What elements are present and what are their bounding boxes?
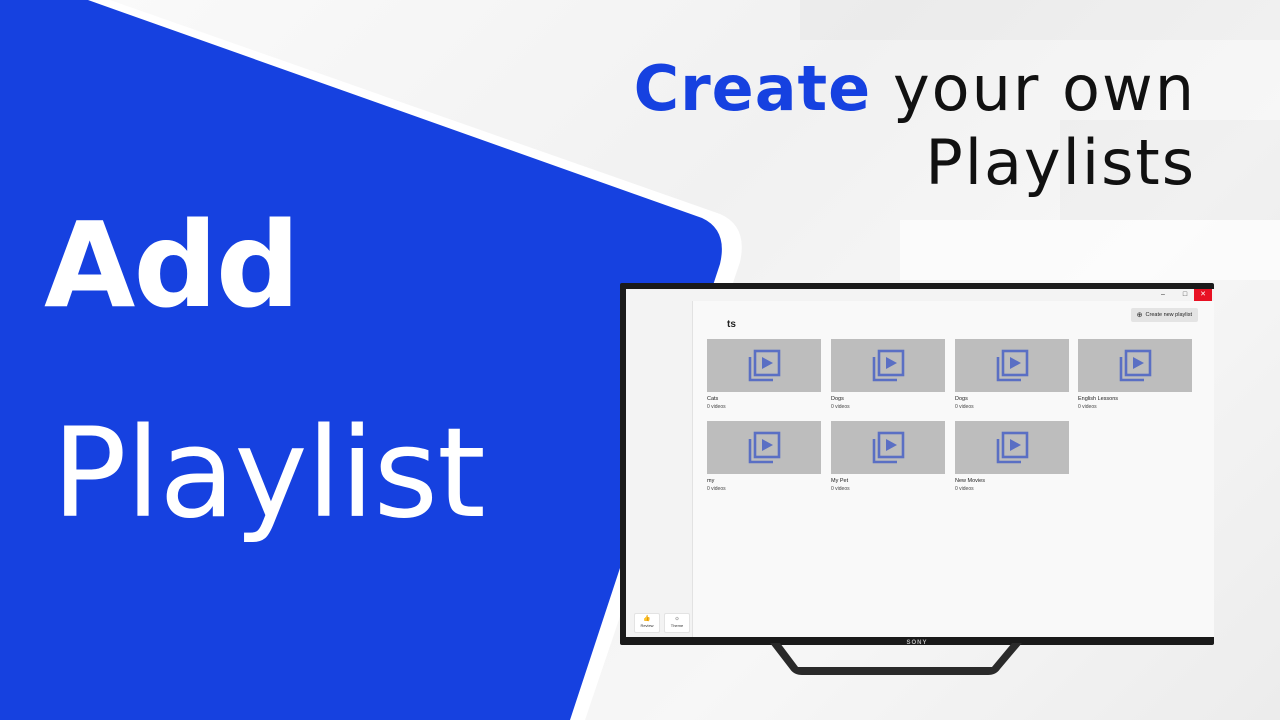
playlist-thumbnail [831,339,945,392]
playlist-card[interactable]: New Movies 0 videos [955,421,1069,492]
video-library-icon [996,349,1029,382]
review-label: Review [640,623,654,628]
playlist-thumbnail [707,339,821,392]
playlist-count: 0 videos [955,404,974,410]
playlist-thumbnail [955,421,1069,474]
create-playlist-label: Create new playlist [1145,312,1192,318]
main-content: ts ⊕ Create new playlist Cats 0 videos D… [693,301,1214,637]
playlist-card[interactable]: my 0 videos [707,421,821,492]
video-library-icon [748,431,781,464]
playlist-thumbnail [831,421,945,474]
headline-rest: your own [871,52,1196,125]
playlist-card[interactable]: My Pet 0 videos [831,421,945,492]
headline-line1: Create your own [634,52,1196,126]
playlist-count: 0 videos [831,404,850,410]
page-title: ts [727,319,736,330]
banner-title-line1: Add [44,196,300,334]
playlist-name: Dogs [955,396,968,402]
playlist-name: My Pet [831,478,849,484]
theme-button[interactable]: ☼ Theme [664,613,690,633]
playlist-name: Dogs [831,396,844,402]
maximize-button[interactable]: □ [1176,289,1194,301]
playlist-count: 0 videos [955,486,974,492]
close-button[interactable]: ✕ [1194,289,1212,301]
minimize-button[interactable]: – [1154,289,1172,301]
video-library-icon [1119,349,1152,382]
playlist-thumbnail [955,339,1069,392]
review-button[interactable]: 👍 Review [634,613,660,633]
playlist-card[interactable]: Dogs 0 videos [831,339,945,410]
video-library-icon [872,431,905,464]
sun-icon: ☼ [674,616,680,622]
playlist-card[interactable]: English Lessons 0 videos [1078,339,1192,410]
playlist-name: my [707,478,715,484]
playlist-name: Cats [707,396,719,402]
thumbs-up-icon: 👍 [643,616,651,622]
app-window: – □ ✕ 👍 Review ☼ Theme ts ⊕ Create new p… [626,289,1214,637]
playlist-count: 0 videos [831,486,850,492]
playlist-name: New Movies [955,478,985,484]
playlist-count: 0 videos [707,404,726,410]
playlist-thumbnail [1078,339,1192,392]
playlist-card[interactable]: Dogs 0 videos [955,339,1069,410]
window-titlebar: – □ ✕ [626,289,1214,301]
sidebar: 👍 Review ☼ Theme [626,301,693,637]
tv-stand [770,643,1022,675]
add-circle-icon: ⊕ [1136,312,1143,319]
theme-label: Theme [670,623,684,628]
playlist-name: English Lessons [1078,396,1119,402]
headline-accent: Create [633,52,872,125]
video-library-icon [748,349,781,382]
banner-title-line2: Playlist [52,402,486,546]
video-library-icon [996,431,1029,464]
video-library-icon [872,349,905,382]
playlist-count: 0 videos [707,486,726,492]
playlist-count: 0 videos [1078,404,1097,410]
headline-line2: Playlists [925,126,1196,200]
playlist-card[interactable]: Cats 0 videos [707,339,821,410]
playlist-thumbnail [707,421,821,474]
create-playlist-button[interactable]: ⊕ Create new playlist [1130,308,1198,322]
headline: Create your own Playlists [634,52,1196,201]
